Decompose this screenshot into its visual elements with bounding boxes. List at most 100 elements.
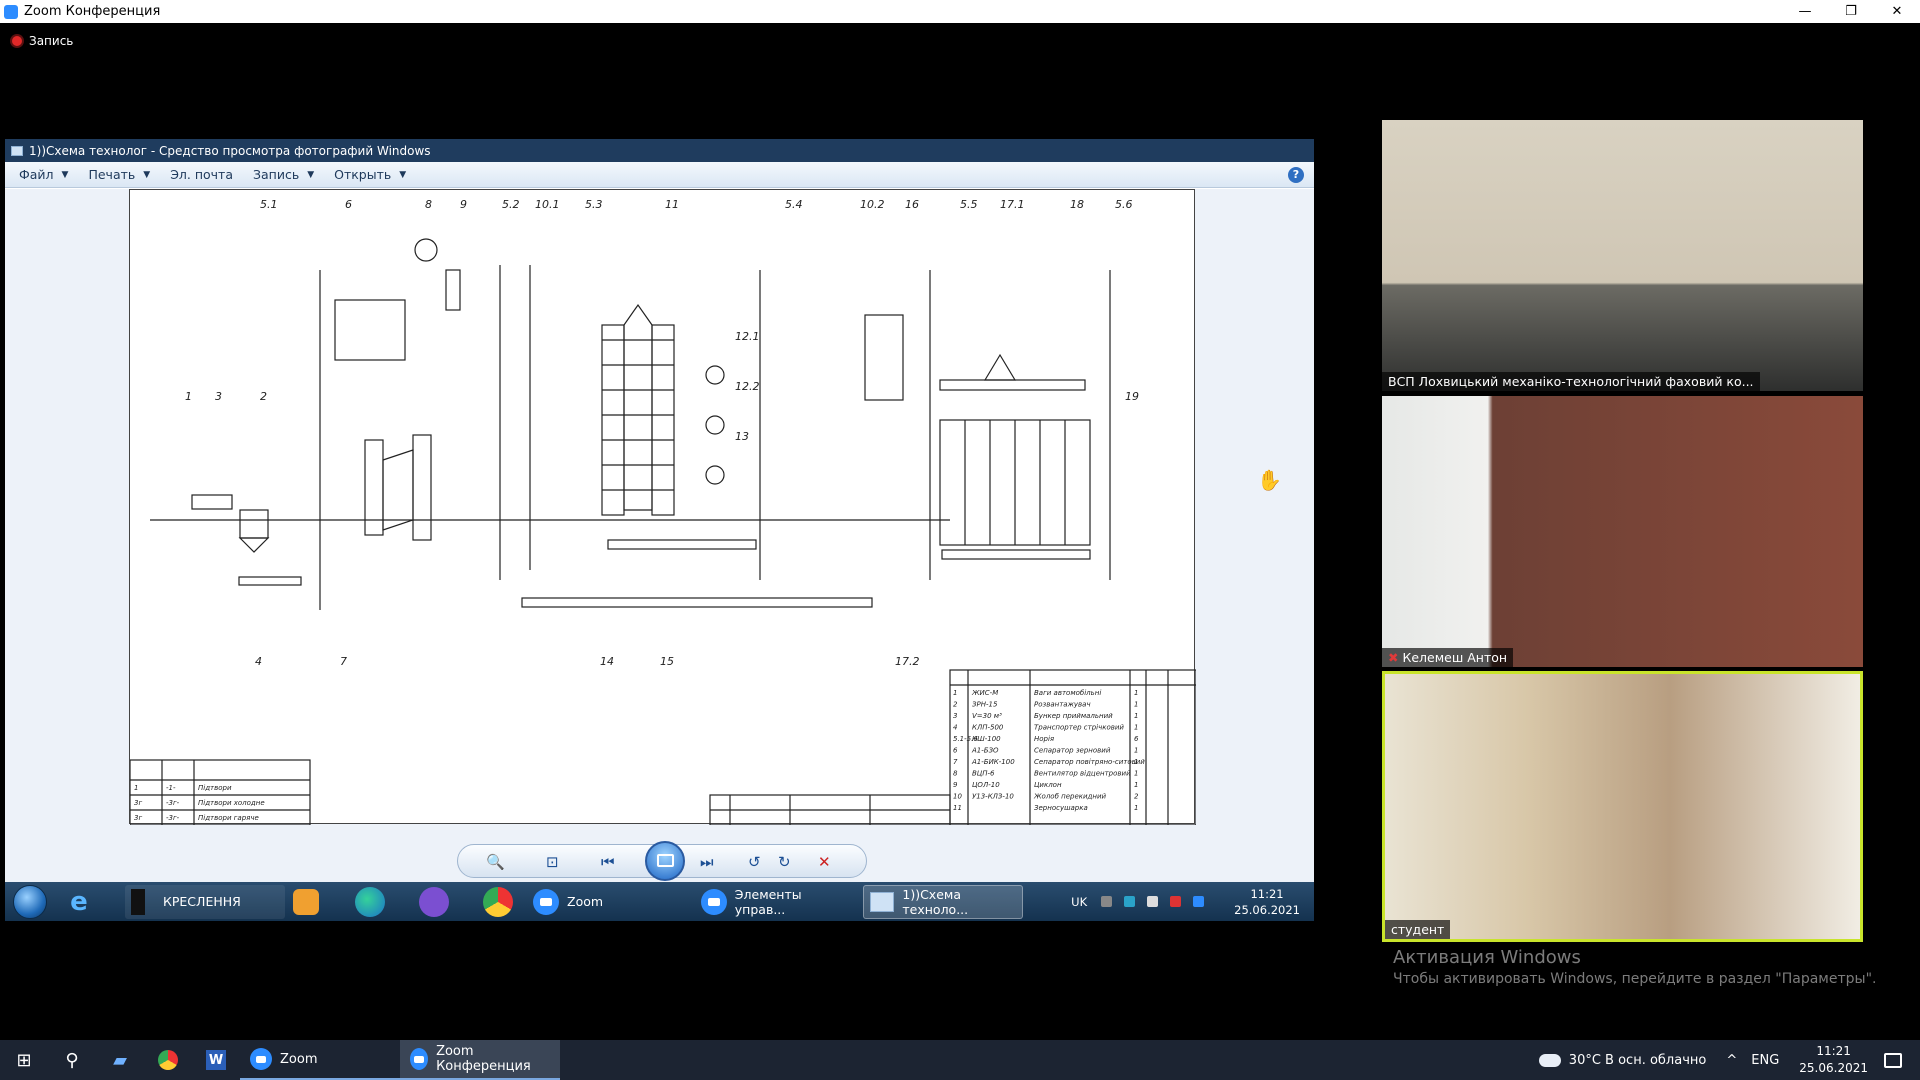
network-icon[interactable] <box>1101 896 1113 907</box>
inner-system-tray: UK 11:21 25.06.2021 <box>1071 886 1314 918</box>
spec-table-cell: 4 <box>953 724 957 732</box>
rotate-left-icon[interactable]: ↺ <box>748 854 761 870</box>
task-controls[interactable]: Элементы управ... <box>695 885 855 919</box>
spec-table-cell: 1 <box>1134 747 1138 755</box>
spec-table-cell: Вентилятор відцентровий <box>1034 770 1131 778</box>
mic-muted-icon: ✖ <box>1388 650 1399 665</box>
previous-icon[interactable]: ⏮ <box>601 854 615 870</box>
chevron-up-icon[interactable]: ^ <box>1726 1053 1737 1068</box>
scheme-position-label: 5.1 <box>260 198 278 211</box>
scheme-position-label: 4 <box>255 655 262 668</box>
scheme-position-label: 9 <box>460 198 467 211</box>
zoom-app-icon <box>4 4 18 19</box>
media-player-icon[interactable] <box>293 888 319 915</box>
scheme-position-label: 17.1 <box>1000 198 1025 211</box>
chrome-icon[interactable] <box>483 886 513 917</box>
inner-clock[interactable]: 11:21 25.06.2021 <box>1234 886 1300 918</box>
chrome-icon[interactable] <box>144 1040 192 1080</box>
slideshow-button[interactable] <box>645 841 685 881</box>
language-indicator[interactable]: ENG <box>1751 1053 1779 1068</box>
zoom-icon <box>250 1048 272 1070</box>
start-orb-icon[interactable] <box>13 884 47 919</box>
delete-icon[interactable]: ✕ <box>818 854 831 870</box>
chevron-down-icon: ▼ <box>61 169 69 180</box>
internet-explorer-icon[interactable]: e <box>61 884 97 920</box>
inner-taskbar: e КРЕСЛЕННЯ Zoom Элементы управ... 1))Сх… <box>5 882 1314 921</box>
participant-tile-active-speaker[interactable]: студент <box>1382 671 1863 942</box>
window-controls: — ❐ ✕ <box>1782 0 1920 23</box>
spec-table-cell: Сепаратор повітряно-ситовий <box>1034 758 1145 766</box>
pinned-app-icon[interactable]: ▰ <box>96 1040 144 1080</box>
recording-label: Запись <box>29 34 74 48</box>
taskbar-zoom[interactable]: Zoom <box>240 1040 400 1080</box>
minimize-button[interactable]: — <box>1782 0 1828 23</box>
scheme-svg: 5.1 6 8 9 5.2 10.1 5.3 11 5.4 10.2 16 5.5 17.1 18 5.61… <box>129 198 1197 826</box>
recording-indicator[interactable]: Запись <box>12 34 73 48</box>
tray-shield-icon[interactable] <box>1170 896 1182 907</box>
spec-table-cell: Ваги автомобільні <box>1034 689 1101 697</box>
record-dot-icon <box>12 36 22 46</box>
legend-table-cell: Підтвори холодне <box>198 799 265 807</box>
rotate-right-icon[interactable]: ↻ <box>778 854 791 870</box>
actual-size-icon[interactable]: ⊡ <box>546 854 559 870</box>
scheme-position-label: 17.2 <box>895 655 920 668</box>
search-icon[interactable]: ⚲ <box>48 1040 96 1080</box>
task-scheme[interactable]: 1))Схема техноло... <box>863 884 1023 919</box>
legend-table-cell: -3г- <box>166 799 180 807</box>
scheme-position-label: 3 <box>215 390 222 403</box>
spec-table-cell: 3 <box>953 712 957 720</box>
spec-table-cell: ЗРН-15 <box>972 701 998 709</box>
spec-table-cell: ЦОЛ-10 <box>972 781 1000 789</box>
close-button[interactable]: ✕ <box>1874 0 1920 23</box>
task-kreslennya[interactable]: КРЕСЛЕННЯ <box>125 884 285 919</box>
participant-name-bar: ✖ Келемеш Антон <box>1382 648 1514 667</box>
participant-tile[interactable]: ВСП Лохвицький механіко-технологічний фа… <box>1382 120 1863 391</box>
spec-table-cell: Жолоб перекидний <box>1033 793 1106 801</box>
help-icon[interactable]: ? <box>1288 166 1304 183</box>
inner-language-indicator[interactable]: UK <box>1071 895 1087 909</box>
tray-clipboard-icon[interactable] <box>1147 896 1159 907</box>
spec-table-cell: 1 <box>1134 804 1138 812</box>
viewer-titlebar: 1))Схема технолог - Средство просмотра ф… <box>5 139 1314 162</box>
zoom-icon[interactable]: 🔍 <box>486 854 505 870</box>
windows-start-icon[interactable]: ⊞ <box>0 1040 48 1080</box>
scheme-position-label: 5.2 <box>502 198 520 211</box>
spec-table-cell: 6 <box>1134 735 1139 743</box>
notifications-icon[interactable] <box>1884 1052 1902 1068</box>
tray-app-icon[interactable] <box>1124 896 1136 907</box>
menu-print[interactable]: Печать ▼ <box>88 167 150 182</box>
scheme-position-label: 19 <box>1125 390 1139 403</box>
photo-viewer-icon <box>11 145 23 156</box>
menu-open[interactable]: Открыть ▼ <box>334 167 406 182</box>
participant-name: студент <box>1385 920 1451 939</box>
spec-table-cell: ЖИС-М <box>971 689 998 697</box>
chevron-down-icon: ▼ <box>399 169 407 180</box>
taskbar-zoom-conference[interactable]: Zoom Конференция <box>400 1040 560 1080</box>
tray-zoom-icon[interactable] <box>1193 896 1205 907</box>
edge-icon[interactable] <box>355 886 385 917</box>
menu-burn[interactable]: Запись ▼ <box>253 167 314 182</box>
next-icon[interactable]: ⏭ <box>700 854 714 870</box>
legend-table-cell: -3г- <box>166 814 180 822</box>
menu-email[interactable]: Эл. почта <box>170 167 233 182</box>
participant-name: Келемеш Антон <box>1402 650 1508 665</box>
restore-button[interactable]: ❐ <box>1828 0 1874 23</box>
viber-icon[interactable] <box>419 886 449 917</box>
scheme-position-label: 11 <box>665 198 679 211</box>
spec-table-cell: 7 <box>953 758 958 766</box>
spec-table-cell: 9 <box>953 781 958 789</box>
word-icon[interactable]: W <box>192 1040 240 1080</box>
spec-table-cell: 1 <box>1134 712 1138 720</box>
participant-tile[interactable]: ✖ Келемеш Антон <box>1382 396 1863 667</box>
zoom-window-title: Zoom Конференция <box>24 4 161 19</box>
clock[interactable]: 11:21 25.06.2021 <box>1799 1043 1868 1077</box>
shared-screen: 1))Схема технолог - Средство просмотра ф… <box>5 139 1314 921</box>
spec-table-cell: 2 <box>1134 793 1139 801</box>
menu-file[interactable]: Файл ▼ <box>19 167 68 182</box>
photo-viewer-icon <box>870 891 895 912</box>
scheme-position-label: 5.4 <box>785 198 803 211</box>
scheme-position-label: 10.2 <box>860 198 885 211</box>
task-zoom[interactable]: Zoom <box>527 885 687 919</box>
weather-text[interactable]: 30°C В осн. облачно <box>1569 1053 1707 1068</box>
hand-cursor-icon: ✋ <box>1257 468 1282 492</box>
